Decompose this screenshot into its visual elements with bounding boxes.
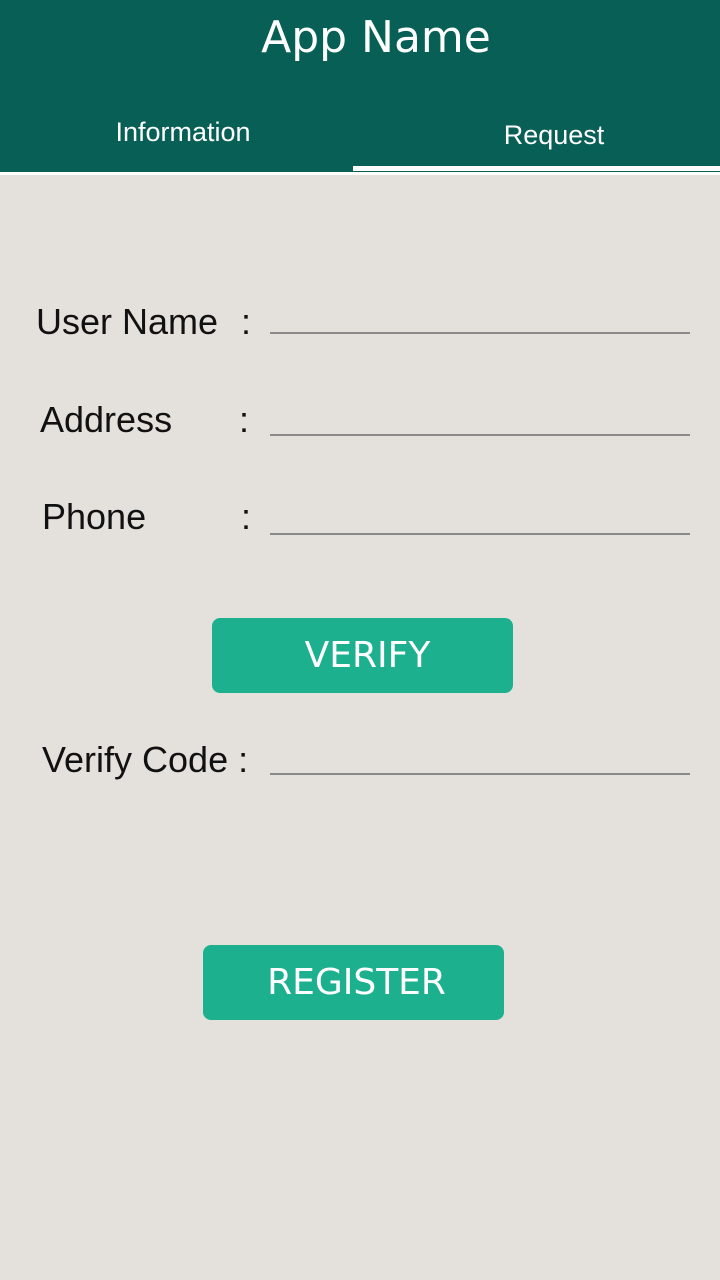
app-title: App Name <box>261 12 491 63</box>
tab-information[interactable]: Information <box>0 114 366 150</box>
address-colon: : <box>239 399 250 440</box>
app-bar: App Name Information Request <box>0 0 720 172</box>
selected-tab-indicator <box>353 166 720 171</box>
register-button[interactable]: REGISTER <box>203 945 504 1020</box>
tab-request[interactable]: Request <box>354 117 720 153</box>
verify-code-input[interactable] <box>270 735 690 775</box>
verify-code-label: Verify Code : <box>42 739 249 780</box>
username-input[interactable] <box>270 294 690 334</box>
username-label: User Name <box>36 301 219 342</box>
app-screen: App Name Information Request User Name :… <box>0 0 720 1280</box>
phone-colon: : <box>241 496 252 537</box>
verify-button[interactable]: VERIFY <box>212 618 513 693</box>
username-colon: : <box>241 301 252 342</box>
phone-label: Phone <box>42 496 147 537</box>
appbar-divider <box>0 172 720 175</box>
phone-input[interactable] <box>270 495 690 535</box>
address-input[interactable] <box>270 396 690 436</box>
address-label: Address <box>40 399 173 440</box>
